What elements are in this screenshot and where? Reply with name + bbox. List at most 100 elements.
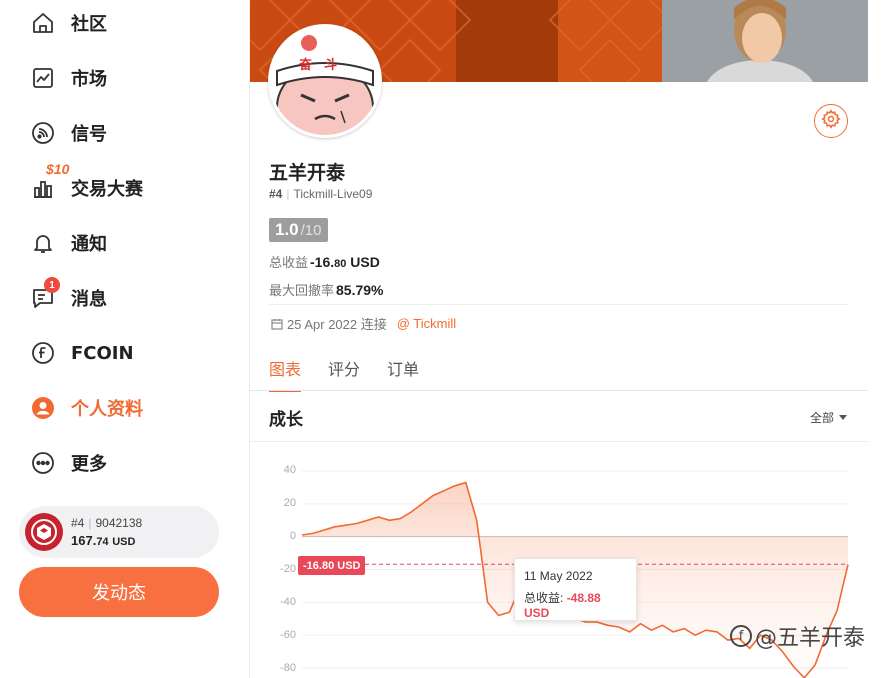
tab-rating[interactable]: 评分 [328, 356, 360, 392]
profile-icon [30, 395, 56, 421]
sidebar-item-label: 消息 [71, 289, 107, 310]
fcoin-icon [30, 340, 56, 366]
tab-chart[interactable]: 图表 [269, 356, 302, 392]
sidebar-item-community[interactable]: 社区 [30, 8, 107, 38]
market-chart-icon [30, 65, 56, 91]
y-tick-label: -20 [280, 563, 296, 575]
home-icon [30, 10, 56, 36]
data-point [683, 628, 685, 630]
sidebar: 社区 市场 信号 $10 交易大赛 通知 1 消息 FCOIN 个人资料 更多 … [0, 0, 250, 678]
profile-account: Tickmill-Live09 [293, 187, 373, 201]
prize-badge: $10 [46, 161, 70, 177]
sidebar-item-label: 交易大赛 [71, 179, 143, 200]
sidebar-item-fcoin[interactable]: FCOIN [30, 338, 134, 368]
average-value-label: -16.80 USD [298, 556, 366, 575]
join-info: 25 Apr 2022 连接 @ Tickmill [271, 314, 456, 333]
watermark-text: @五羊开泰 [755, 626, 866, 651]
data-point [432, 495, 434, 497]
max-drawdown-label: 最大回撤率 [269, 283, 335, 298]
sidebar-item-label: 通知 [71, 234, 107, 255]
data-point [367, 519, 369, 521]
profile-name: 五羊开泰 [269, 162, 346, 184]
message-count-badge: 1 [44, 277, 60, 293]
total-profit-dec: 80 [334, 258, 347, 270]
sidebar-item-messages[interactable]: 1 消息 [30, 277, 107, 313]
y-tick-label: 0 [289, 530, 296, 542]
broker-logo-icon [25, 513, 63, 551]
data-point [716, 631, 718, 633]
data-point [334, 526, 336, 528]
join-date: 25 Apr 2022 连接 [287, 317, 387, 332]
total-profit-label: 总收益 [269, 255, 309, 270]
post-update-button[interactable]: 发动态 [19, 567, 219, 617]
signal-rss-icon [30, 120, 56, 146]
y-tick-label: -60 [280, 629, 296, 641]
message-icon: 1 [30, 277, 60, 311]
account-balance-dec: 74 [96, 535, 109, 548]
profile-rank-line: #4 | Tickmill-Live09 [269, 187, 373, 201]
data-point [661, 624, 663, 626]
sidebar-item-label: 市场 [71, 69, 107, 90]
broker-link[interactable]: @ Tickmill [397, 316, 456, 331]
growth-section-title: 成长 [269, 410, 303, 430]
data-point [487, 601, 489, 603]
data-point [465, 481, 467, 483]
data-point [312, 532, 314, 534]
sidebar-item-label: 个人资料 [71, 399, 143, 420]
y-tick-label: 40 [283, 464, 296, 476]
data-point [356, 523, 358, 525]
account-card[interactable]: #4 | 9042138 167.74 USD [19, 506, 219, 558]
total-profit-stat: 总收益 -16.80 USD [269, 252, 380, 271]
data-point [672, 631, 674, 633]
y-tick-label: -80 [280, 662, 296, 674]
tab-orders[interactable]: 订单 [387, 356, 419, 392]
range-filter-value: 全部 [810, 411, 835, 425]
sidebar-item-label: FCOIN [71, 342, 134, 364]
sidebar-item-notifications[interactable]: 通知 [30, 228, 107, 258]
score-value: 1.0 [275, 220, 299, 239]
data-point [596, 621, 598, 623]
data-point [498, 614, 500, 616]
profile-tabs: 图表 评分 订单 [269, 356, 446, 392]
y-tick-label: -40 [280, 596, 296, 608]
data-point [508, 611, 510, 613]
watermark: f @五羊开泰 [730, 620, 865, 652]
data-point [629, 631, 631, 633]
sidebar-item-more[interactable]: 更多 [30, 448, 107, 478]
data-point [847, 564, 849, 566]
tooltip-date: 11 May 2022 [524, 569, 593, 583]
total-profit-int: -16. [310, 254, 335, 270]
profile-rank: #4 [269, 187, 283, 201]
data-point [640, 623, 642, 625]
range-filter-dropdown[interactable]: 全部 [810, 409, 848, 426]
sidebar-item-label: 更多 [71, 454, 107, 475]
sidebar-item-profile[interactable]: 个人资料 [30, 393, 143, 423]
data-point [323, 529, 325, 531]
account-currency: USD [112, 535, 136, 548]
sidebar-item-signal[interactable]: 信号 [30, 118, 107, 148]
data-point [618, 626, 620, 628]
data-point [410, 511, 412, 513]
settings-button[interactable] [814, 104, 848, 138]
more-icon [30, 450, 56, 476]
sidebar-item-market[interactable]: 市场 [30, 63, 107, 93]
data-point [454, 485, 456, 487]
profile-main: 奋斗 五羊开泰 #4 | Tickmill-Live09 1.0/10 总收益 -16… [250, 0, 868, 678]
data-point [694, 634, 696, 636]
sidebar-item-label: 信号 [71, 124, 107, 145]
weibo-watermark-icon: f [730, 625, 752, 647]
tooltip-label: 总收益: [524, 591, 564, 605]
total-profit-currency: USD [350, 254, 380, 270]
data-point [650, 629, 652, 631]
data-point [399, 518, 401, 520]
bell-icon [30, 230, 56, 256]
divider [269, 304, 849, 305]
profile-avatar[interactable]: 奋斗 [268, 24, 382, 138]
data-point [792, 665, 794, 667]
account-id: 9042138 [95, 515, 143, 530]
contest-bar-icon: $10 [30, 161, 69, 201]
sidebar-item-contest[interactable]: $10 交易大赛 [30, 161, 143, 203]
avatar-headband-text: 奋斗 [299, 58, 350, 73]
data-point [585, 621, 587, 623]
calendar-icon [271, 318, 283, 330]
